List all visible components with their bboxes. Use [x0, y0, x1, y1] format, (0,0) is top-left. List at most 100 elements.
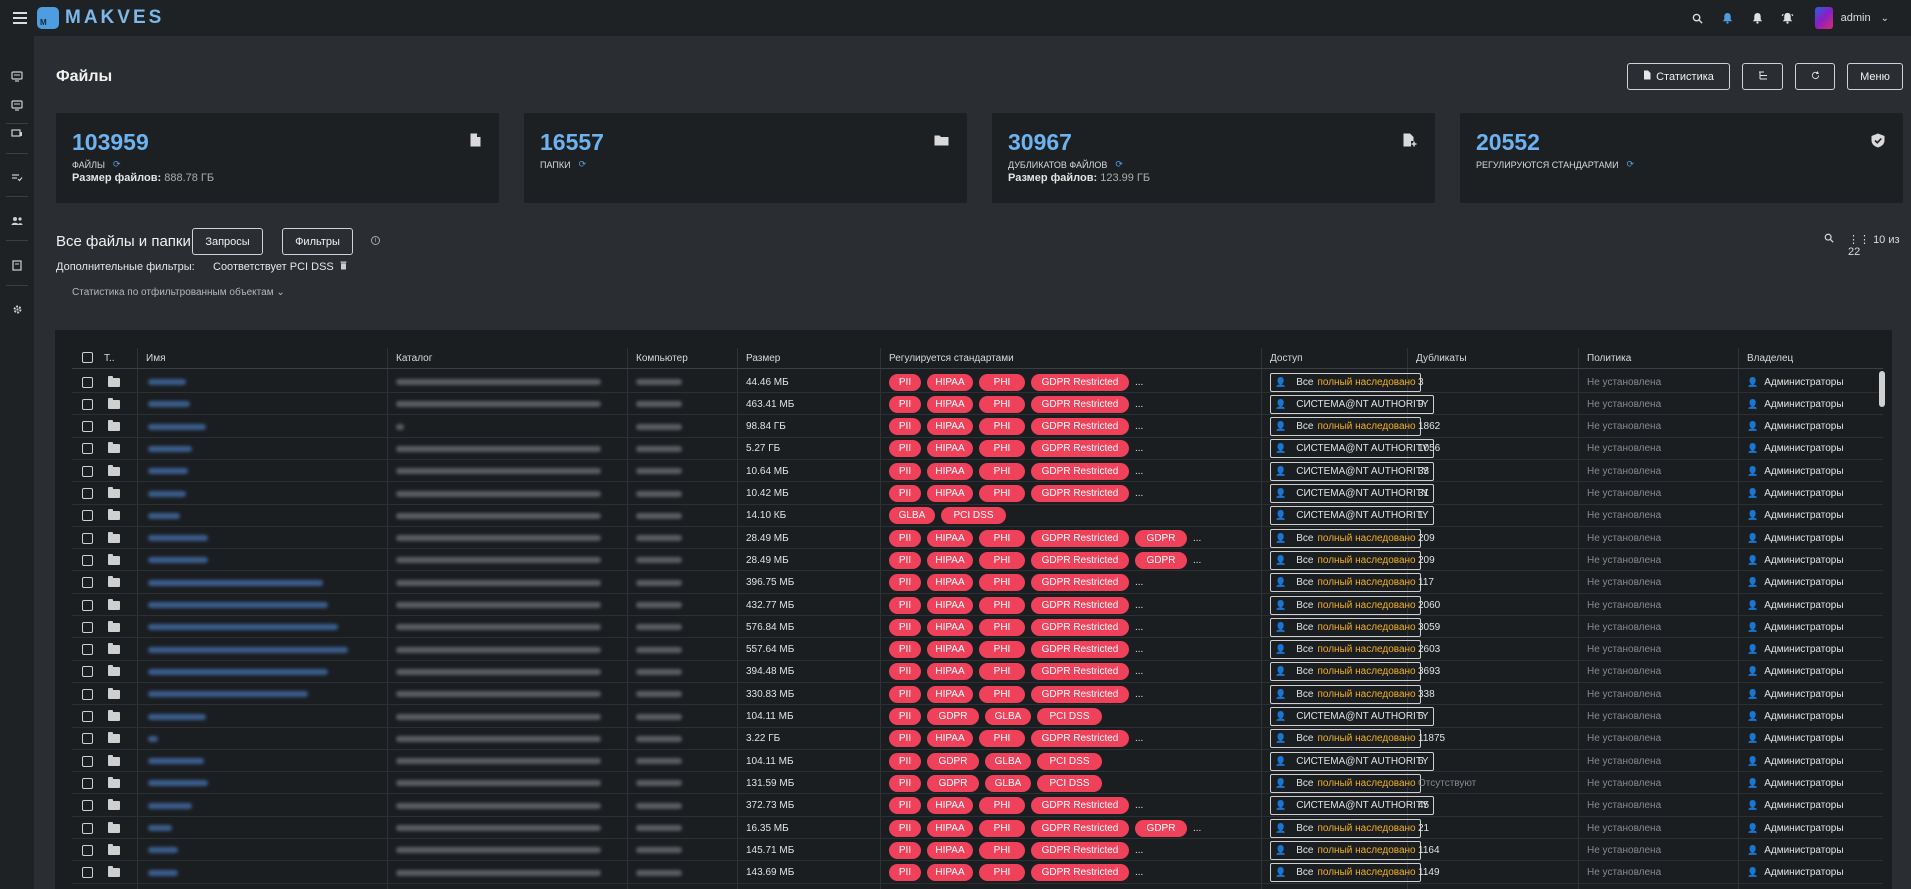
row-checkbox[interactable]: [82, 621, 93, 633]
more-tags[interactable]: ...: [1135, 600, 1143, 611]
filtered-stats-toggle[interactable]: Статистика по отфильтрованным объектам ⌄: [72, 287, 285, 298]
row-checkbox-cell[interactable]: [82, 483, 93, 505]
column-header[interactable]: Компьютер: [636, 353, 688, 364]
table-row[interactable]: 145.71 МБ PII HIPAA PHI GDPR Restricted... …: [72, 839, 1883, 862]
chevron-down-icon[interactable]: ⌄: [1881, 13, 1889, 24]
file-name-link[interactable]: [148, 661, 328, 683]
access-chip[interactable]: 👤 Все полный наследовано: [1270, 818, 1421, 838]
table-row[interactable]: 3.22 ГБ PII HIPAA PHI GDPR Restricted... 👤 В…: [72, 728, 1883, 750]
row-checkbox[interactable]: [82, 867, 93, 879]
more-tags[interactable]: ...: [1135, 466, 1143, 477]
row-checkbox-cell[interactable]: [82, 839, 93, 861]
table-row[interactable]: 432.77 МБ PII HIPAA PHI GDPR Restricted... …: [72, 594, 1883, 616]
file-name-link[interactable]: [148, 416, 206, 438]
file-name-link[interactable]: [148, 750, 204, 772]
table-row[interactable]: 98.84 ГБ PII HIPAA PHI GDPR Restricted... 👤…: [72, 416, 1883, 438]
column-header[interactable]: Дубликаты: [1416, 353, 1467, 364]
row-checkbox[interactable]: [82, 398, 93, 410]
sync-icon[interactable]: ⟳: [113, 159, 121, 170]
access-chip[interactable]: 👤 Все полный наследовано: [1270, 417, 1421, 437]
alarm-bell-icon[interactable]: [1773, 12, 1803, 24]
table-row[interactable]: 44.46 МБ PII HIPAA PHI GDPR Restricted... 👤…: [72, 371, 1883, 393]
access-chip[interactable]: 👤 Все полный наследовано: [1270, 729, 1421, 749]
row-checkbox[interactable]: [82, 577, 93, 589]
column-header[interactable]: Каталог: [396, 353, 432, 364]
row-checkbox-cell[interactable]: [82, 505, 93, 527]
row-checkbox[interactable]: [82, 554, 93, 566]
table-row[interactable]: 104.11 МБ PII GDPR GLBA PCI DSS 👤 СИСТЕМА@NT…: [72, 750, 1883, 773]
access-chip[interactable]: 👤 СИСТЕМА@NT AUTHORITY: [1270, 751, 1434, 771]
more-tags[interactable]: ...: [1135, 733, 1143, 744]
row-checkbox-cell[interactable]: [82, 527, 93, 549]
column-header[interactable]: Регулируется стандартами: [889, 353, 1014, 364]
access-chip[interactable]: 👤 Все полный наследовано: [1270, 573, 1421, 593]
table-row[interactable]: 394.48 МБ PII HIPAA PHI GDPR Restricted... …: [72, 661, 1883, 683]
file-name-link[interactable]: [148, 862, 178, 884]
more-tags[interactable]: ...: [1135, 622, 1143, 633]
user-name[interactable]: admin: [1841, 12, 1871, 24]
row-checkbox-cell[interactable]: [82, 661, 93, 683]
access-chip[interactable]: 👤 Все полный наследовано: [1270, 662, 1421, 682]
row-checkbox[interactable]: [82, 510, 93, 522]
row-checkbox[interactable]: [82, 644, 93, 656]
file-name-link[interactable]: [148, 795, 192, 817]
more-tags[interactable]: ...: [1135, 488, 1143, 499]
row-checkbox[interactable]: [82, 688, 93, 700]
column-header[interactable]: Т..: [104, 353, 115, 364]
more-tags[interactable]: ...: [1135, 800, 1143, 811]
access-chip[interactable]: 👤 СИСТЕМА@NT AUTHORITY: [1270, 506, 1434, 526]
file-name-link[interactable]: [148, 483, 186, 505]
select-all-checkbox[interactable]: [82, 352, 93, 363]
file-name-link[interactable]: [148, 438, 192, 460]
table-row[interactable]: 104.11 МБ PII GDPR GLBA PCI DSS 👤 СИСТЕМА@NT…: [72, 706, 1883, 728]
sidebar-tasks-icon[interactable]: [0, 172, 34, 182]
file-name-link[interactable]: [148, 772, 208, 794]
file-name-link[interactable]: [148, 594, 328, 616]
more-tags[interactable]: ...: [1135, 644, 1143, 655]
access-chip[interactable]: 👤 Все полный наследовано: [1270, 595, 1421, 615]
access-chip[interactable]: 👤 СИСТЕМА@NT AUTHORITY: [1270, 707, 1434, 726]
access-chip[interactable]: 👤 СИСТЕМА@NT AUTHORITY: [1270, 461, 1434, 481]
sync-icon[interactable]: ⟳: [1627, 159, 1635, 170]
sidebar-reports-icon[interactable]: [0, 260, 34, 271]
table-row[interactable]: 10.42 МБ PII HIPAA PHI GDPR Restricted... 👤…: [72, 483, 1883, 505]
row-checkbox-cell[interactable]: [82, 728, 93, 750]
row-checkbox-cell[interactable]: [82, 393, 93, 415]
row-checkbox-cell[interactable]: [82, 616, 93, 638]
file-name-link[interactable]: [148, 728, 158, 750]
queries-button[interactable]: Запросы: [192, 228, 263, 255]
row-checkbox[interactable]: [82, 666, 93, 678]
row-checkbox[interactable]: [82, 800, 93, 812]
refresh-button[interactable]: [1795, 63, 1835, 90]
file-name-link[interactable]: [148, 616, 338, 638]
access-chip[interactable]: 👤 Все полный наследовано: [1270, 372, 1421, 392]
table-row[interactable]: 10.64 МБ PII HIPAA PHI GDPR Restricted... 👤…: [72, 460, 1883, 483]
sidebar-dashboard-icon[interactable]: [0, 71, 34, 82]
file-name-link[interactable]: [148, 460, 188, 482]
row-checkbox-cell[interactable]: [82, 416, 93, 438]
sidebar-monitor-icon[interactable]: [0, 100, 34, 111]
statistics-button[interactable]: Статистика: [1627, 63, 1730, 90]
row-checkbox-cell[interactable]: [82, 706, 93, 728]
row-checkbox[interactable]: [82, 822, 93, 834]
row-checkbox[interactable]: [82, 532, 93, 544]
more-tags[interactable]: ...: [1135, 421, 1143, 432]
access-chip[interactable]: 👤 Все полный наследовано: [1270, 773, 1421, 793]
file-name-link[interactable]: [148, 549, 208, 571]
file-name-link[interactable]: [148, 706, 206, 728]
table-row[interactable]: 557.64 МБ PII HIPAA PHI GDPR Restricted... …: [72, 639, 1883, 661]
access-chip[interactable]: 👤 Все полный наследовано: [1270, 550, 1421, 570]
row-checkbox-cell[interactable]: [82, 817, 93, 839]
more-tags[interactable]: ...: [1193, 555, 1201, 566]
row-checkbox-cell[interactable]: [82, 594, 93, 616]
access-chip[interactable]: 👤 СИСТЕМА@NT AUTHORITY: [1270, 439, 1434, 459]
file-name-link[interactable]: [148, 527, 208, 549]
row-checkbox[interactable]: [82, 777, 93, 789]
table-row[interactable]: 16.35 МБ PII HIPAA PHI GDPR Restricted GDPR.…: [72, 817, 1883, 839]
table-row[interactable]: 28.49 МБ PII HIPAA PHI GDPR Restricted GDPR.…: [72, 527, 1883, 550]
avatar[interactable]: [1814, 7, 1833, 29]
row-checkbox[interactable]: [82, 488, 93, 499]
sidebar-users-icon[interactable]: [0, 216, 34, 226]
sync-icon[interactable]: ⟳: [1115, 159, 1123, 170]
table-row[interactable]: 396.75 МБ PII HIPAA PHI GDPR Restricted... …: [72, 572, 1883, 594]
